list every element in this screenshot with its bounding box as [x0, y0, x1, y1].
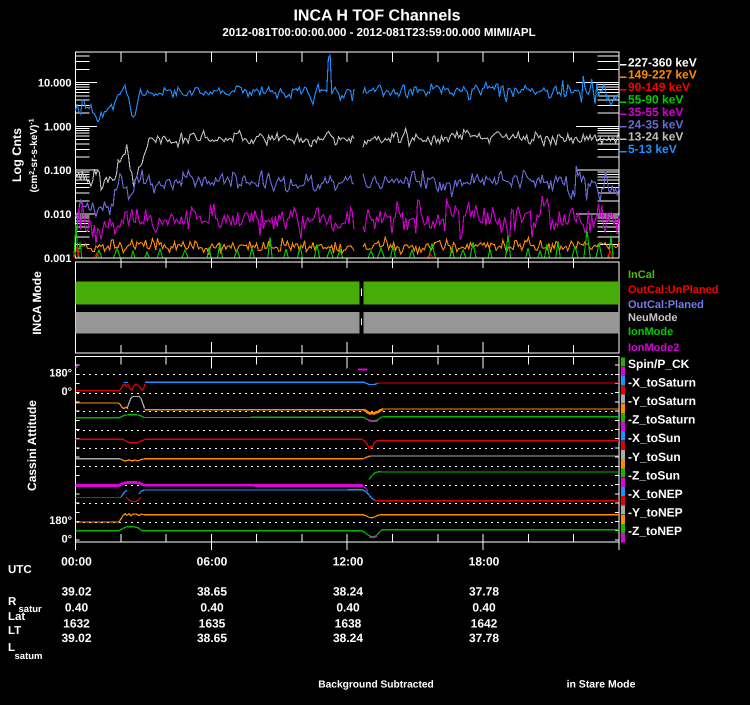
svg-text:INCA Mode: INCA Mode — [30, 271, 44, 335]
svg-text:OutCal:UnPlaned: OutCal:UnPlaned — [628, 284, 718, 296]
svg-text:Cassini Attitude: Cassini Attitude — [25, 400, 39, 491]
svg-text:-X_toSun: -X_toSun — [628, 431, 681, 445]
svg-text:0.100: 0.100 — [44, 165, 72, 177]
svg-text:1632: 1632 — [63, 617, 90, 631]
svg-text:10.000: 10.000 — [38, 78, 72, 90]
svg-text:0.40: 0.40 — [200, 601, 224, 615]
svg-text:38.24: 38.24 — [333, 585, 363, 599]
svg-text:satum: satum — [15, 651, 43, 662]
svg-text:12:00: 12:00 — [333, 555, 364, 569]
svg-text:-X_toNEP: -X_toNEP — [628, 487, 683, 501]
svg-text:37.78: 37.78 — [469, 585, 499, 599]
svg-text:OutCal:Planed: OutCal:Planed — [628, 299, 704, 311]
svg-text:0.40: 0.40 — [336, 601, 360, 615]
svg-text:0.001: 0.001 — [44, 253, 72, 265]
svg-text:-Y_toNEP: -Y_toNEP — [628, 506, 683, 520]
svg-text:Spin/P_CK: Spin/P_CK — [628, 357, 690, 371]
svg-text:1.000: 1.000 — [44, 121, 72, 133]
svg-text:1635: 1635 — [199, 617, 226, 631]
svg-text:0.010: 0.010 — [44, 209, 72, 221]
svg-text:Background Subtracted: Background Subtracted — [318, 680, 433, 691]
svg-text:0°: 0° — [61, 534, 72, 546]
svg-text:0°: 0° — [61, 386, 72, 398]
svg-text:-Y_toSaturn: -Y_toSaturn — [628, 394, 696, 408]
svg-text:18:00: 18:00 — [469, 555, 500, 569]
svg-text:IonMode: IonMode — [628, 326, 673, 338]
svg-text:Log Cnts: Log Cnts — [10, 128, 24, 182]
svg-text:180°: 180° — [49, 368, 72, 380]
svg-text:0.40: 0.40 — [65, 601, 89, 615]
svg-text:NeuMode: NeuMode — [628, 312, 678, 324]
svg-text:38.65: 38.65 — [197, 631, 227, 645]
svg-text:1642: 1642 — [471, 617, 498, 631]
svg-text:-Y_toSun: -Y_toSun — [628, 450, 681, 464]
svg-text:38.65: 38.65 — [197, 585, 227, 599]
svg-text:37.78: 37.78 — [469, 631, 499, 645]
svg-text:-X_toSaturn: -X_toSaturn — [628, 375, 696, 389]
svg-text:38.24: 38.24 — [333, 631, 363, 645]
svg-text:LT: LT — [8, 625, 21, 637]
svg-text:-Z_toNEP: -Z_toNEP — [628, 524, 682, 538]
svg-text:in Stare Mode: in Stare Mode — [567, 679, 636, 691]
svg-text:INCA H TOF Channels: INCA H TOF Channels — [293, 8, 460, 25]
svg-text:InCal: InCal — [628, 269, 655, 281]
svg-text:-Z_toSaturn: -Z_toSaturn — [628, 413, 695, 427]
svg-text:06:00: 06:00 — [197, 555, 228, 569]
svg-text:39.02: 39.02 — [61, 585, 91, 599]
svg-text:-Z_toSun: -Z_toSun — [628, 468, 680, 482]
svg-text:00:00: 00:00 — [61, 555, 92, 569]
svg-text:0.40: 0.40 — [472, 601, 496, 615]
svg-text:R: R — [8, 596, 17, 608]
svg-text:Lat: Lat — [8, 611, 25, 623]
svg-text:39.02: 39.02 — [61, 631, 91, 645]
svg-text:2012-081T00:00:00.000 - 2012-0: 2012-081T00:00:00.000 - 2012-081T23:59:0… — [222, 27, 535, 39]
svg-text:5-13 keV: 5-13 keV — [628, 142, 677, 156]
svg-text:1638: 1638 — [335, 617, 362, 631]
svg-text:(cm2-sr-s-keV)-1: (cm2-sr-s-keV)-1 — [29, 118, 41, 192]
svg-text:180°: 180° — [49, 515, 72, 527]
svg-text:UTC: UTC — [8, 564, 32, 576]
svg-text:IonMode2: IonMode2 — [628, 342, 679, 354]
